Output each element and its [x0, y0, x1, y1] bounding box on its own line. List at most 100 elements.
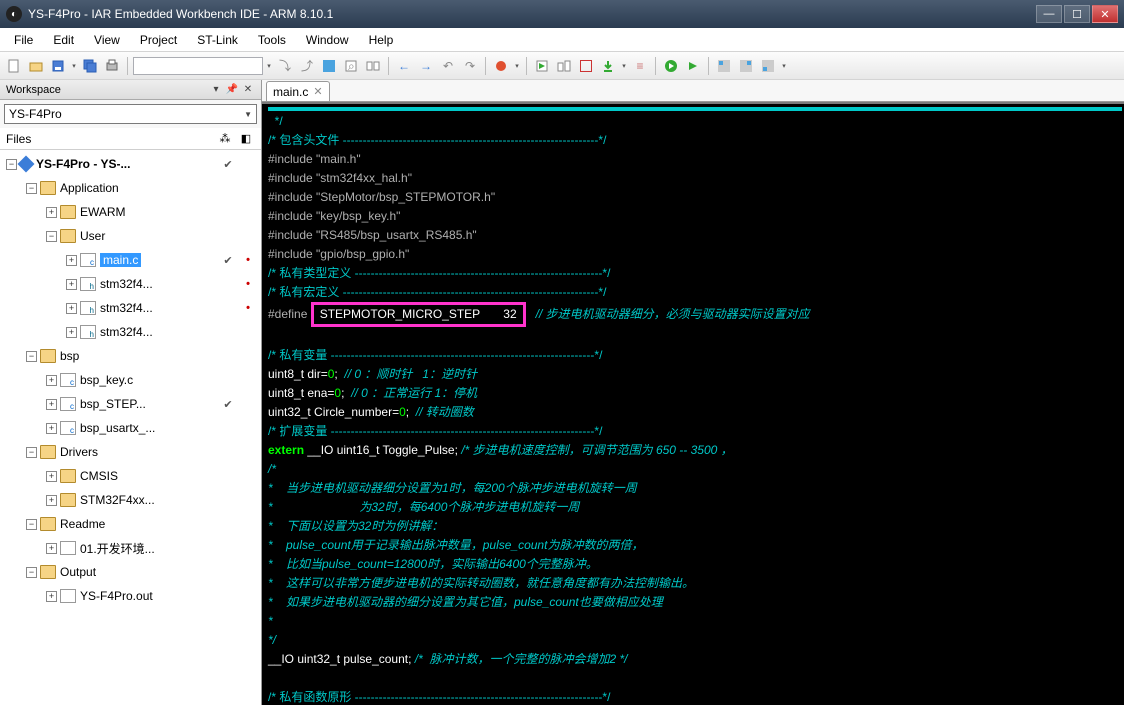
tree-expander[interactable]: +	[66, 327, 77, 338]
tree-row[interactable]: −Readme	[0, 512, 261, 536]
tree-row[interactable]: +stm32f4...•	[0, 272, 261, 296]
close-button[interactable]: ✕	[1092, 5, 1118, 23]
tree-row[interactable]: +bsp_STEP...✔	[0, 392, 261, 416]
tree-expander[interactable]: +	[46, 495, 57, 506]
view-dropdown[interactable]: ▾	[780, 56, 788, 76]
tree-row[interactable]: +YS-F4Pro.out	[0, 584, 261, 608]
panel-close-button[interactable]: ✕	[241, 83, 255, 97]
maximize-button[interactable]: ☐	[1064, 5, 1090, 23]
replace-button[interactable]	[363, 56, 383, 76]
file-tree[interactable]: −YS-F4Pro - YS-...✔−Application + EWARM −Us…	[0, 150, 261, 705]
tree-status-cell	[219, 203, 237, 221]
tree-row[interactable]: −Drivers	[0, 440, 261, 464]
tree-expander[interactable]: +	[46, 399, 57, 410]
tab-close-icon[interactable]: ✕	[313, 85, 322, 98]
tree-status-cell: •	[239, 299, 257, 317]
menu-help[interactable]: Help	[359, 30, 404, 50]
folder-icon	[60, 205, 76, 219]
tree-row[interactable]: +stm32f4...	[0, 320, 261, 344]
menu-stlink[interactable]: ST-Link	[187, 30, 248, 50]
menu-file[interactable]: File	[4, 30, 43, 50]
nav-forward-button[interactable]: →	[416, 56, 436, 76]
nav-up-button[interactable]: ↶	[438, 56, 458, 76]
tree-item-label: EWARM	[80, 205, 126, 219]
tree-row[interactable]: −bsp	[0, 344, 261, 368]
tree-row[interactable]: +STM32F4xx...	[0, 488, 261, 512]
view-3-button[interactable]	[758, 56, 778, 76]
nav-down-button[interactable]: ↷	[460, 56, 480, 76]
tree-expander[interactable]: +	[46, 471, 57, 482]
workspace-selector-value: YS-F4Pro	[9, 107, 244, 121]
tree-row[interactable]: −User	[0, 224, 261, 248]
find-next-button[interactable]: ⤵	[275, 56, 295, 76]
tree-row[interactable]: +stm32f4...•	[0, 296, 261, 320]
find-in-files-button[interactable]: ⌕	[341, 56, 361, 76]
tree-status-cell: •	[239, 251, 257, 269]
menu-window[interactable]: Window	[296, 30, 359, 50]
panel-menu-button[interactable]: ▾	[209, 83, 223, 97]
tree-status-cell	[239, 395, 257, 413]
print-button[interactable]	[102, 56, 122, 76]
tree-row[interactable]: −Output	[0, 560, 261, 584]
debug-run-button[interactable]	[661, 56, 681, 76]
new-file-button[interactable]	[4, 56, 24, 76]
debug-run-nobreak-button[interactable]	[683, 56, 703, 76]
save-dropdown[interactable]: ▾	[70, 56, 78, 76]
tree-row[interactable]: +bsp_usartx_...	[0, 416, 261, 440]
tree-expander[interactable]: +	[46, 543, 57, 554]
tree-expander[interactable]: +	[46, 207, 57, 218]
code-editor[interactable]: */ /* 包含头文件 ----------------------------…	[262, 102, 1124, 705]
file-h-icon	[80, 301, 96, 315]
tree-expander[interactable]: −	[26, 519, 37, 530]
tree-row[interactable]: + EWARM	[0, 200, 261, 224]
debug-settings-button[interactable]: ≡	[630, 56, 650, 76]
breakpoint-dropdown[interactable]: ▾	[513, 56, 521, 76]
tree-expander[interactable]: −	[26, 351, 37, 362]
menu-view[interactable]: View	[84, 30, 130, 50]
tree-expander[interactable]: −	[26, 447, 37, 458]
workspace-selector[interactable]: YS-F4Pro ▼	[4, 104, 257, 124]
tree-row[interactable]: +main.c✔•	[0, 248, 261, 272]
open-file-button[interactable]	[26, 56, 46, 76]
stop-build-button[interactable]	[576, 56, 596, 76]
minimize-button[interactable]: —	[1036, 5, 1062, 23]
tree-expander[interactable]: +	[66, 279, 77, 290]
tree-expander[interactable]: +	[66, 255, 77, 266]
tree-expander[interactable]: −	[6, 159, 17, 170]
compile-button[interactable]	[532, 56, 552, 76]
tree-status-cell	[219, 275, 237, 293]
toggle-breakpoint-button[interactable]	[491, 56, 511, 76]
editor-tab-main[interactable]: main.c ✕	[266, 81, 330, 101]
toggle-bookmark-button[interactable]	[319, 56, 339, 76]
find-prev-button[interactable]: ⤴	[297, 56, 317, 76]
tree-expander[interactable]: +	[46, 423, 57, 434]
tree-row[interactable]: +CMSIS	[0, 464, 261, 488]
tree-expander[interactable]: +	[46, 375, 57, 386]
tree-row[interactable]: +bsp_key.c	[0, 368, 261, 392]
save-all-button[interactable]	[80, 56, 100, 76]
menu-edit[interactable]: Edit	[43, 30, 84, 50]
save-button[interactable]	[48, 56, 68, 76]
menu-project[interactable]: Project	[130, 30, 187, 50]
make-button[interactable]	[554, 56, 574, 76]
view-1-button[interactable]	[714, 56, 734, 76]
panel-pin-button[interactable]: 📌	[225, 83, 239, 97]
tree-status-cell	[239, 179, 257, 197]
files-options-button[interactable]: ◧	[237, 131, 255, 147]
download-dropdown[interactable]: ▾	[620, 56, 628, 76]
tree-row[interactable]: −Application	[0, 176, 261, 200]
tree-expander[interactable]: +	[46, 591, 57, 602]
view-2-button[interactable]	[736, 56, 756, 76]
tree-expander[interactable]: −	[26, 183, 37, 194]
menu-tools[interactable]: Tools	[248, 30, 296, 50]
search-dropdown[interactable]: ▾	[265, 56, 273, 76]
tree-expander[interactable]: −	[26, 567, 37, 578]
toolbar-search-input[interactable]	[133, 57, 263, 75]
download-button[interactable]	[598, 56, 618, 76]
files-config-button[interactable]: ⁂	[216, 131, 234, 147]
nav-back-button[interactable]: ←	[394, 56, 414, 76]
tree-row[interactable]: −YS-F4Pro - YS-...✔	[0, 152, 261, 176]
tree-expander[interactable]: −	[46, 231, 57, 242]
tree-expander[interactable]: +	[66, 303, 77, 314]
tree-row[interactable]: +01.开发环境...	[0, 536, 261, 560]
